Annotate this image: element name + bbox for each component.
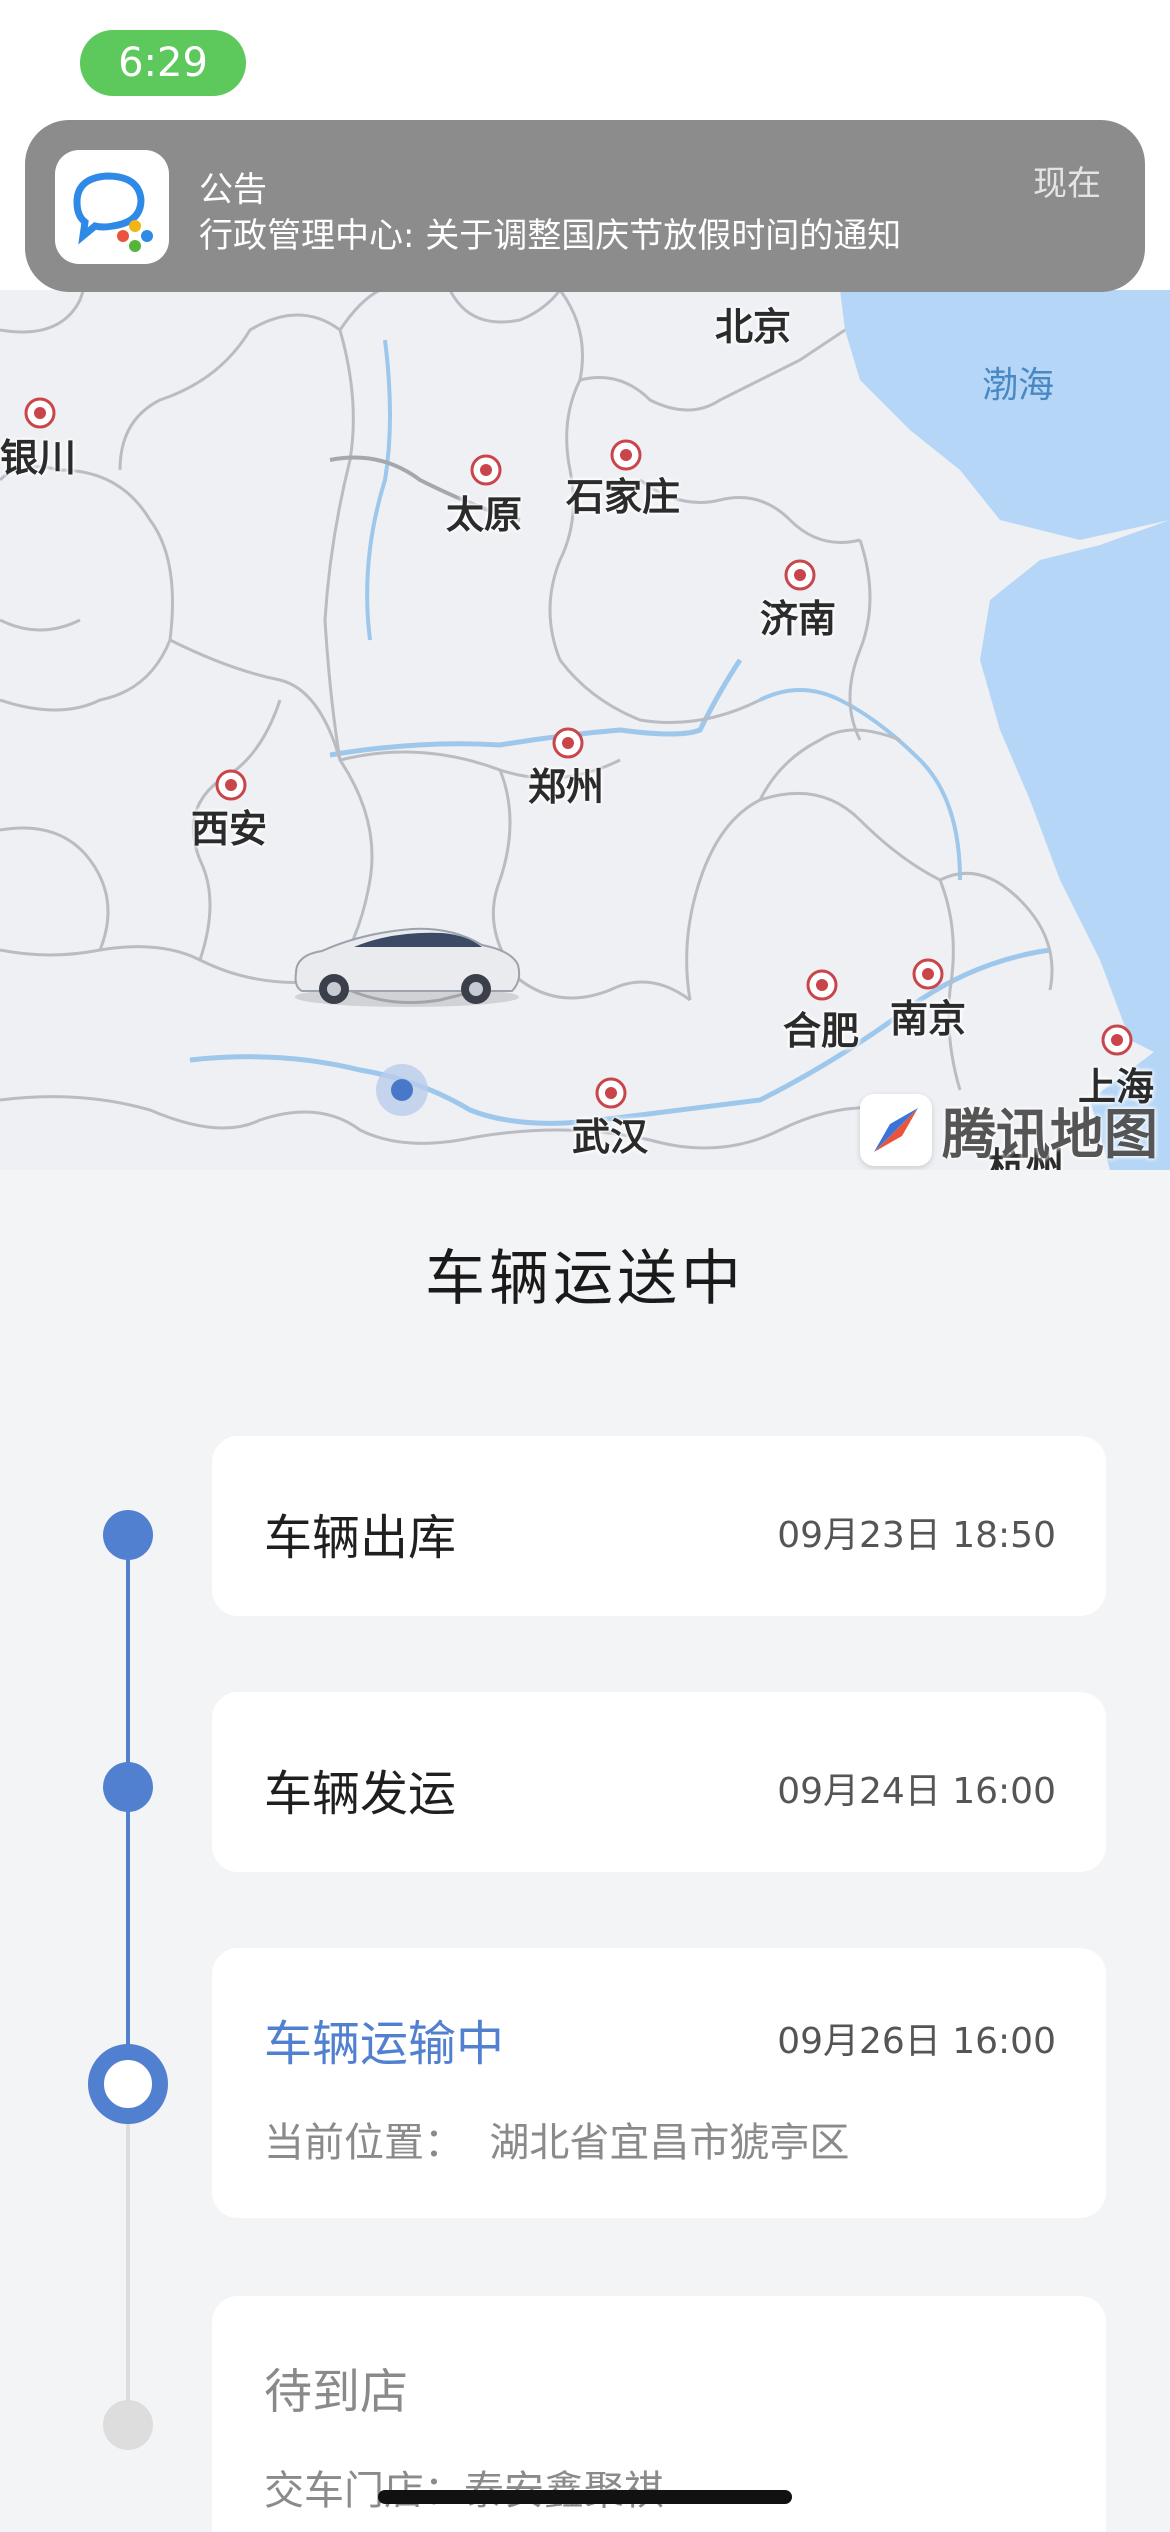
screen: 北京 银川 太原 石家庄 济南 郑州 西安 合肥 南京 上海 武汉 杭州 渤海 … bbox=[0, 0, 1170, 2532]
city-label-beijing: 北京 bbox=[715, 305, 792, 349]
city-label-wuhan: 武汉 bbox=[572, 1115, 649, 1159]
step-card[interactable]: 车辆发运 09月24日 16:00 bbox=[212, 1692, 1106, 1872]
map-brand: 腾讯地图 bbox=[860, 1090, 1158, 1169]
step-time: 09月24日 16:00 bbox=[777, 1771, 1056, 1812]
status-time: 6:29 bbox=[80, 30, 246, 96]
step-title: 车辆运输中 bbox=[264, 2016, 505, 2072]
city-label-shijiazhuang: 石家庄 bbox=[566, 475, 681, 519]
map-brand-label: 腾讯地图 bbox=[942, 1103, 1158, 1166]
page-title: 车辆运送中 bbox=[425, 1244, 745, 1314]
timeline-dot-pending bbox=[103, 2400, 153, 2450]
city-label-nanjing: 南京 bbox=[890, 997, 967, 1041]
timeline-dot-done bbox=[103, 1510, 153, 1560]
timeline-dot-done bbox=[103, 1762, 153, 1812]
city-label-zhengzhou: 郑州 bbox=[528, 765, 605, 809]
wecom-chat-icon bbox=[55, 150, 169, 264]
city-label-hefei: 合肥 bbox=[783, 1009, 860, 1053]
step-current-location: 当前位置： 湖北省宜昌市猇亭区 bbox=[264, 2120, 850, 2166]
step-title: 车辆发运 bbox=[264, 1766, 457, 1822]
home-indicator[interactable] bbox=[378, 2490, 792, 2504]
step-title: 车辆出库 bbox=[264, 1510, 457, 1566]
step-time: 09月23日 18:50 bbox=[777, 1515, 1056, 1556]
city-label-taiyuan: 太原 bbox=[446, 493, 523, 537]
step-title: 待到店 bbox=[264, 2364, 409, 2420]
step-time: 09月26日 16:00 bbox=[777, 2021, 1056, 2062]
timeline-dot-current bbox=[88, 2044, 168, 2124]
city-label-xian: 西安 bbox=[191, 807, 268, 851]
timeline-line-pending bbox=[126, 2082, 130, 2422]
step-delivery-store: 交车门店：泰安鑫聚祺 bbox=[264, 2458, 664, 2516]
sea-label-bohai: 渤海 bbox=[982, 365, 1055, 406]
city-label-yinchuan: 银川 bbox=[0, 436, 77, 480]
step-card[interactable]: 车辆出库 09月23日 18:50 bbox=[212, 1436, 1106, 1616]
notification-body: 行政管理中心: 关于调整国庆节放假时间的通知 bbox=[199, 216, 902, 256]
location-dot-icon bbox=[376, 1064, 428, 1116]
step-card-current[interactable]: 车辆运输中 09月26日 16:00 当前位置： 湖北省宜昌市猇亭区 bbox=[212, 1948, 1106, 2218]
notification-title: 公告 bbox=[199, 170, 267, 210]
city-label-jinan: 济南 bbox=[760, 597, 837, 641]
notification-time: 现在 bbox=[1033, 164, 1101, 204]
compass-icon bbox=[860, 1093, 932, 1166]
notification-banner[interactable]: 公告 行政管理中心: 关于调整国庆节放假时间的通知 现在 bbox=[25, 120, 1145, 292]
car-icon[interactable] bbox=[294, 927, 521, 1007]
